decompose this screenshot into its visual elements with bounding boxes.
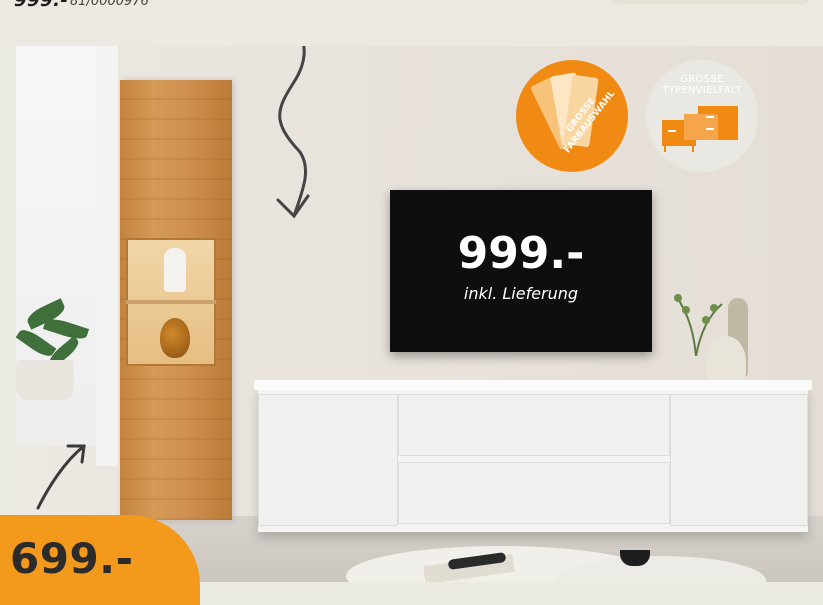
tv-price: 999.- — [457, 228, 585, 279]
round-vase — [706, 336, 746, 386]
type-variety-text: GROSSE TYPENVIELFALT — [646, 74, 758, 96]
type-variety-line2: TYPENVIELFALT — [662, 85, 742, 96]
product-scene[interactable]: 999.- inkl. Lieferung GROSSE FARBAUSWAHL… — [16, 46, 823, 582]
top-strip: 999.- 81/0000976 — [0, 0, 823, 46]
top-article-number: 81/0000976 — [70, 0, 149, 9]
type-variety-line1: GROSSE — [680, 74, 724, 85]
sketch-arrow-up-icon — [36, 444, 86, 510]
sideboard-drawer-bottom — [398, 462, 670, 524]
window-frame — [96, 46, 118, 466]
plant-leaf — [42, 315, 90, 343]
tv-delivery-note: inkl. Lieferung — [463, 284, 579, 303]
sketch-arrow-down-icon — [276, 46, 310, 219]
sideboard-top — [254, 380, 812, 390]
sideboard-drawer-top — [398, 394, 670, 456]
bottom-price: 699.- — [10, 534, 134, 583]
plant-pot — [16, 360, 74, 400]
figurine — [164, 248, 186, 292]
top-right-shape — [611, 0, 811, 4]
tv: 999.- inkl. Lieferung — [390, 190, 652, 352]
type-variety-badge: GROSSE TYPENVIELFALT — [646, 60, 758, 172]
cabinet-shelf — [126, 300, 216, 304]
amber-vase — [160, 318, 190, 358]
sideboard-icon — [662, 106, 738, 152]
sideboard-door-right — [670, 394, 808, 526]
top-price: 999.- — [14, 0, 69, 11]
sideboard[interactable] — [254, 380, 812, 532]
color-choice-badge: GROSSE FARBAUSWAHL — [516, 60, 628, 172]
sideboard-door-left — [258, 394, 398, 526]
wood-cabinet[interactable] — [120, 80, 232, 520]
